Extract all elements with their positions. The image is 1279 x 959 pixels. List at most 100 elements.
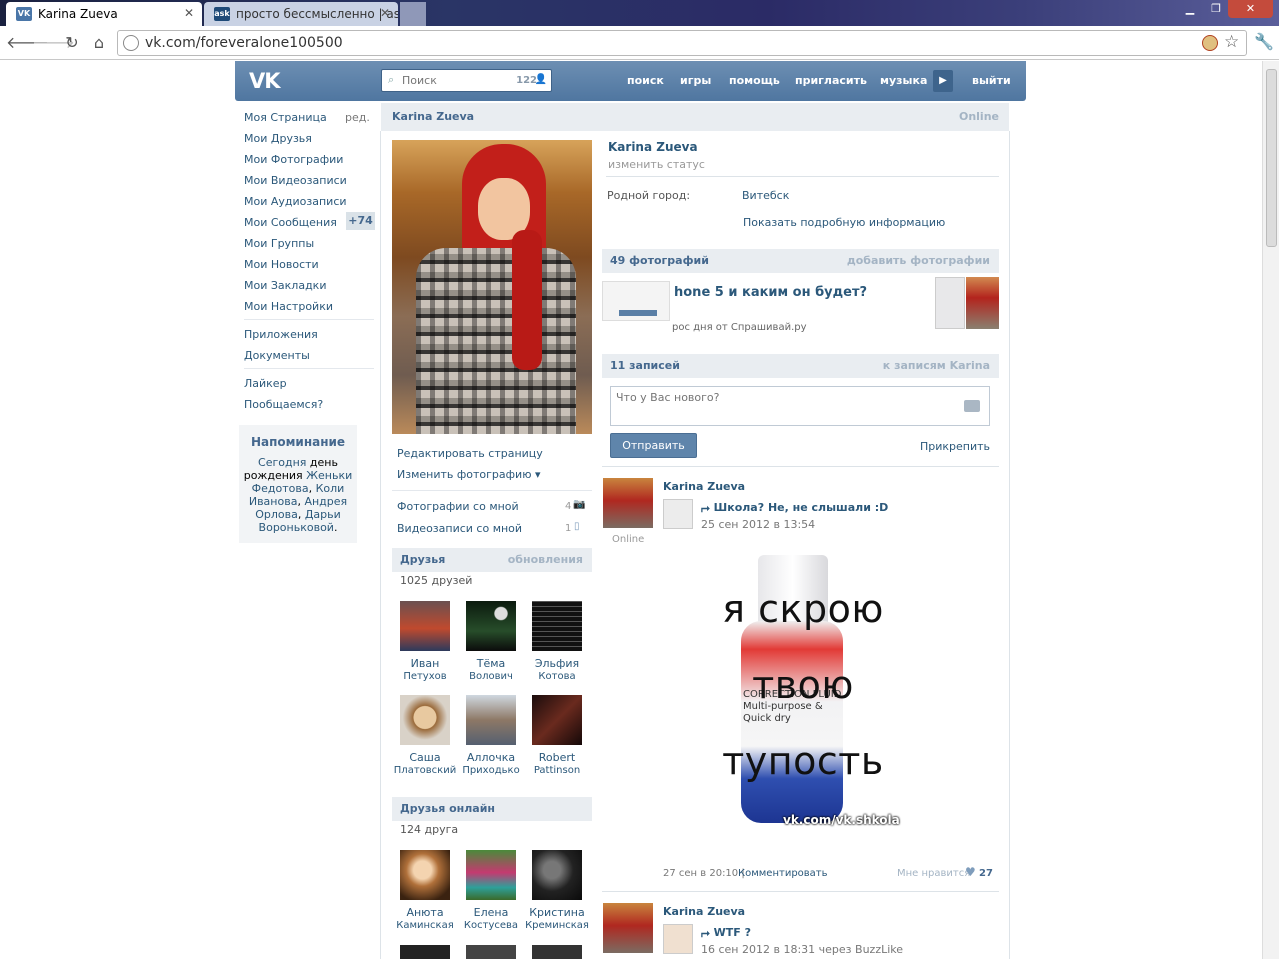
menu-my-page[interactable]: Моя Страница (244, 111, 327, 124)
wall-header[interactable]: 11 записей к записям Karina (602, 354, 999, 378)
videos-with-me-link[interactable]: Видеозаписи со мной (397, 522, 522, 535)
nav-invite[interactable]: пригласить (795, 74, 867, 87)
add-photos-link[interactable]: добавить фотографии (847, 254, 990, 267)
friend-last-name: Котова (538, 671, 576, 682)
repost-source-avatar[interactable] (663, 499, 693, 529)
close-tab-icon[interactable]: ✕ (380, 6, 390, 20)
nav-help[interactable]: помощь (729, 74, 780, 87)
post-author[interactable]: Karina Zueva (663, 480, 745, 493)
change-photo-link[interactable]: Изменить фотографию ▾ (397, 468, 541, 481)
online-friends-header[interactable]: Друзья онлайн (392, 797, 592, 821)
scrollbar-thumb[interactable] (1266, 69, 1277, 247)
change-status-link[interactable]: изменить статус (608, 158, 705, 171)
wall-post-input[interactable] (616, 391, 946, 404)
menu-my-photos[interactable]: Мои Фотографии (244, 153, 343, 166)
menu-liker[interactable]: Лайкер (244, 377, 287, 390)
hometown-link[interactable]: Витебск (742, 189, 789, 202)
menu-edit-link[interactable]: ред. (345, 111, 370, 124)
repost-source-avatar[interactable] (663, 924, 693, 954)
send-button[interactable]: Отправить (610, 433, 697, 458)
photo-thumb[interactable] (966, 277, 999, 329)
attach-link[interactable]: Прикрепить (920, 440, 990, 453)
wrench-icon[interactable]: 🔧 (1254, 32, 1274, 51)
online-friend-card[interactable]: Анюта Каминская (393, 850, 457, 932)
back-arrow-icon[interactable]: 🡐 (6, 32, 49, 54)
close-tab-icon[interactable]: ✕ (184, 6, 194, 20)
menu-my-bookmarks[interactable]: Мои Закладки (244, 279, 326, 292)
menu-my-videos[interactable]: Мои Видеозаписи (244, 174, 347, 187)
post-author-avatar[interactable] (603, 903, 653, 953)
camera-icon[interactable] (964, 400, 980, 412)
like-label[interactable]: Мне нравится (897, 868, 970, 879)
post-image[interactable]: CORRECTION FLUID Multi-purpose & Quick d… (683, 549, 923, 841)
minimize-button[interactable]: ▁ (1176, 0, 1204, 18)
friend-card[interactable]: Иван Петухов (393, 601, 457, 683)
friend-avatar (532, 695, 582, 745)
reminder-separator: , (297, 508, 305, 521)
heart-icon[interactable]: ♥ (965, 865, 976, 879)
wall-post-field[interactable] (610, 386, 990, 426)
extension-icon[interactable] (1202, 35, 1218, 51)
forward-arrow-icon[interactable]: 🡒 (32, 32, 75, 54)
photo-thumb[interactable] (602, 281, 670, 321)
close-window-button[interactable]: ✕ (1228, 0, 1273, 18)
menu-my-audio[interactable]: Мои Аудиозаписи (244, 195, 347, 208)
menu-my-settings[interactable]: Мои Настройки (244, 300, 333, 313)
url-text[interactable]: vk.com/foreveralone100500 (145, 35, 343, 51)
friend-card[interactable]: Тёма Волович (459, 601, 523, 683)
online-friend-card[interactable]: Кристина Креминская (525, 850, 589, 932)
new-tab-button[interactable] (400, 2, 426, 26)
photo-strip[interactable]: hone 5 и каким он будет? рос дня от Спра… (602, 273, 999, 335)
tab-karina-zueva[interactable]: VK Karina Zueva ✕ (6, 2, 202, 26)
friend-card[interactable]: Robert Pattinson (525, 695, 589, 777)
address-bar[interactable]: vk.com/foreveralone100500 ☆ (117, 30, 1247, 56)
edit-page-link[interactable]: Редактировать страницу (397, 447, 543, 460)
menu-chat[interactable]: Пообщаемся? (244, 398, 323, 411)
search-input[interactable] (402, 74, 512, 87)
vk-logo[interactable]: VK (249, 69, 281, 93)
search-box[interactable]: ⌕ 122 👤 (381, 69, 552, 92)
show-more-info-link[interactable]: Показать подробную информацию (743, 216, 945, 229)
scrollbar[interactable] (1262, 61, 1279, 959)
friends-updates-link[interactable]: обновления (508, 553, 583, 566)
reload-icon[interactable]: ↻ (61, 32, 83, 54)
menu-documents[interactable]: Документы (244, 349, 310, 362)
home-icon[interactable]: ⌂ (88, 32, 110, 54)
post-author[interactable]: Karina Zueva (663, 905, 745, 918)
nav-search[interactable]: поиск (627, 74, 664, 87)
photo-thumb[interactable] (935, 277, 965, 329)
post-date[interactable]: 27 сен в 20:10 | (663, 868, 745, 879)
photos-with-me-link[interactable]: Фотографии со мной (397, 500, 519, 513)
friend-card[interactable]: Эльфия Котова (525, 601, 589, 683)
friend-avatar (400, 850, 450, 900)
photo-subcaption: рос дня от Спрашивай.ру (672, 322, 807, 333)
friend-card[interactable]: Аллочка Приходько (459, 695, 523, 777)
profile-photo[interactable] (392, 140, 592, 434)
repost-title[interactable]: ⮣ Школа? Не, не слышали :D (701, 501, 888, 515)
nav-games[interactable]: игры (680, 74, 711, 87)
menu-my-friends[interactable]: Мои Друзья (244, 132, 312, 145)
friends-header[interactable]: Друзья обновления (392, 548, 592, 572)
maximize-button[interactable]: ❐ (1202, 0, 1230, 18)
to-posts-link[interactable]: к записям Karina (883, 359, 990, 372)
play-icon[interactable]: ▶ (933, 70, 953, 92)
bookmark-star-icon[interactable]: ☆ (1224, 32, 1239, 52)
nav-music[interactable]: музыка (880, 74, 927, 87)
friend-card[interactable]: Саша Платовский (393, 695, 457, 777)
menu-my-news[interactable]: Мои Новости (244, 258, 319, 271)
photos-header[interactable]: 49 фотографий добавить фотографии (602, 249, 999, 273)
menu-my-groups[interactable]: Мои Группы (244, 237, 314, 250)
messages-badge[interactable]: +74 (346, 212, 375, 230)
post-author-avatar[interactable] (603, 478, 653, 528)
menu-my-messages[interactable]: Мои Сообщения (244, 216, 337, 229)
comment-link[interactable]: Комментировать (738, 868, 828, 879)
friend-first-name: Анюта (406, 906, 444, 919)
nav-logout[interactable]: выйти (972, 74, 1011, 87)
birthday-reminder: Напоминание Сегодня день рождения Женьки… (239, 425, 357, 543)
repost-title[interactable]: ⮣ WTF ? (701, 926, 751, 940)
online-friend-card[interactable]: Елена Костусева (459, 850, 523, 932)
menu-apps[interactable]: Приложения (244, 328, 318, 341)
today-link[interactable]: Сегодня (258, 456, 306, 469)
tab-ask[interactable]: ask просто бессмысленно | as ✕ (204, 2, 398, 26)
menu-divider (244, 319, 374, 320)
